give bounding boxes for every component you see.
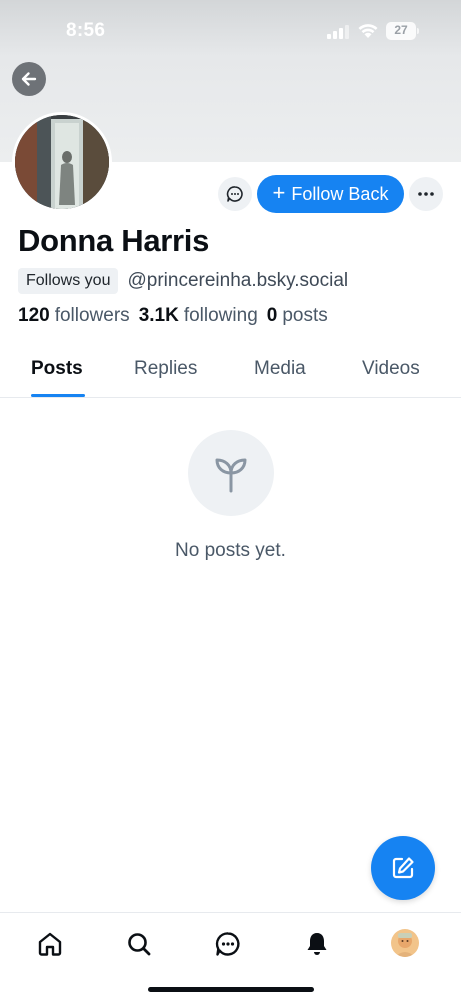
tab-posts[interactable]: Posts xyxy=(31,358,83,380)
nav-search[interactable] xyxy=(124,929,154,959)
bell-icon xyxy=(307,933,327,955)
home-indicator xyxy=(148,987,314,992)
battery-level: 27 xyxy=(394,23,408,37)
profile-handle[interactable]: @princereinha.bsky.social xyxy=(127,270,348,292)
avatar-icon xyxy=(391,929,419,957)
empty-state-message: No posts yet. xyxy=(175,540,286,561)
followers-count: 120 xyxy=(18,305,50,326)
profile-tabs: Posts Replies Media Videos xyxy=(0,346,461,398)
compose-post-button[interactable] xyxy=(371,836,435,900)
handle-row: Follows you @princereinha.bsky.social xyxy=(18,266,348,296)
nav-profile-avatar[interactable] xyxy=(391,929,419,957)
cellular-signal-icon xyxy=(327,25,349,39)
profile-stats: 120 followers 3.1K following 0 posts xyxy=(18,305,328,327)
chat-icon xyxy=(215,932,240,956)
follow-back-button[interactable]: + Follow Back xyxy=(257,175,404,213)
battery-icon: 27 xyxy=(386,22,420,40)
following-stat[interactable]: 3.1K following xyxy=(139,305,258,327)
compose-icon xyxy=(392,857,414,879)
status-time: 8:56 xyxy=(66,20,106,41)
tab-replies[interactable]: Replies xyxy=(134,358,197,380)
back-button[interactable] xyxy=(12,62,46,96)
nav-home[interactable] xyxy=(35,929,65,959)
active-tab-indicator xyxy=(31,394,85,397)
search-icon xyxy=(128,933,151,956)
nav-chat[interactable] xyxy=(213,929,243,959)
status-bar: 8:56 27 xyxy=(0,0,461,62)
follow-back-label: Follow Back xyxy=(291,183,389,204)
bottom-navigation xyxy=(0,912,461,1000)
posts-label: posts xyxy=(282,305,328,326)
home-icon xyxy=(38,932,62,956)
posts-count: 0 xyxy=(266,305,278,326)
following-label: following xyxy=(183,305,258,326)
profile-actions: + Follow Back xyxy=(0,175,461,213)
ellipsis-icon xyxy=(418,192,434,196)
more-options-button[interactable] xyxy=(409,177,443,211)
follows-you-badge: Follows you xyxy=(18,268,119,294)
arrow-left-icon xyxy=(21,72,37,86)
followers-label: followers xyxy=(54,305,130,326)
tab-media[interactable]: Media xyxy=(254,358,306,380)
tab-videos[interactable]: Videos xyxy=(362,358,420,380)
empty-state-icon xyxy=(188,430,274,516)
message-button[interactable] xyxy=(218,177,252,211)
followers-stat[interactable]: 120 followers xyxy=(18,305,130,327)
posts-stat: 0 posts xyxy=(267,305,328,327)
plus-icon: + xyxy=(272,180,286,205)
seedling-icon xyxy=(215,458,247,493)
display-name: Donna Harris xyxy=(18,223,210,258)
nav-notifications[interactable] xyxy=(302,929,332,959)
chat-bubble-icon xyxy=(226,186,243,202)
following-count: 3.1K xyxy=(138,305,179,326)
wifi-icon xyxy=(358,24,378,38)
